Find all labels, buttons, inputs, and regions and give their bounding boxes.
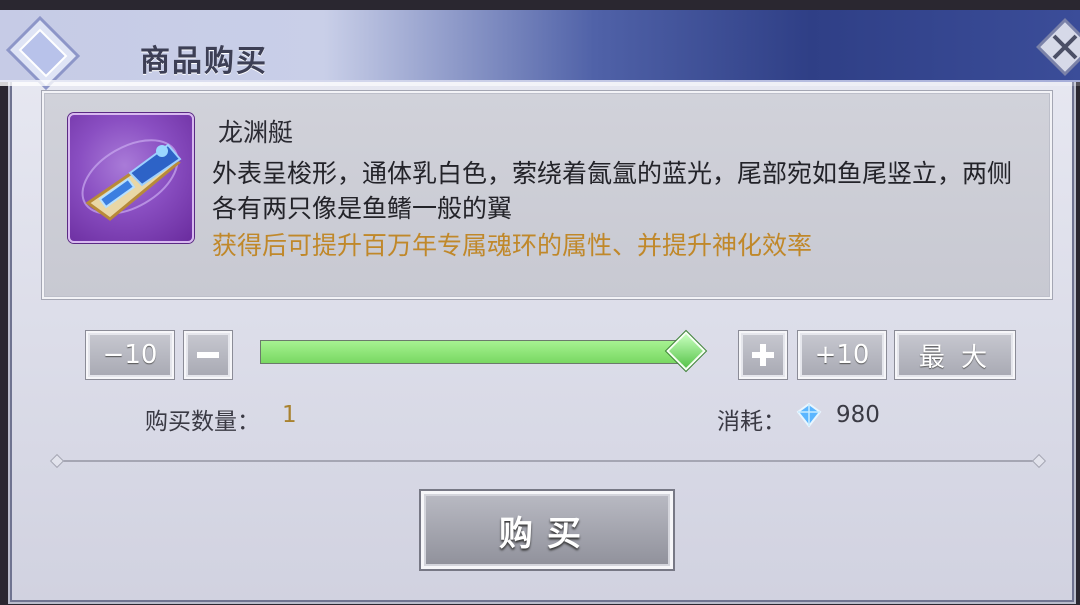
minus-icon [197, 352, 219, 358]
close-icon[interactable] [1036, 18, 1080, 76]
quantity-label: 购买数量： [145, 409, 260, 435]
item-effect: 获得后可提升百万年专属魂环的属性、并提升神化效率 [212, 231, 813, 260]
minus-10-button[interactable]: −10 [86, 331, 174, 379]
buy-button-label: 购买 [499, 513, 595, 554]
title-bar: 商品购买 [0, 10, 1080, 91]
max-label: 最 大 [918, 342, 992, 373]
item-name: 龙渊艇 [218, 118, 294, 147]
boat-icon [81, 139, 182, 221]
cost-label: 消耗： [717, 409, 786, 435]
plus-10-label: +10 [814, 340, 870, 370]
corner-ornament-icon [5, 15, 81, 91]
quantity-value: 1 [282, 402, 297, 428]
minus-button[interactable] [184, 331, 232, 379]
buy-button[interactable]: 购买 [421, 491, 673, 569]
item-description: 外表呈梭形，通体乳白色，萦绕着氤氲的蓝光，尾部宛如鱼尾竖立，两侧各有两只像是鱼鳍… [212, 159, 1013, 223]
minus-10-label: −10 [102, 340, 158, 370]
plus-icon [752, 344, 774, 366]
item-image [68, 113, 194, 243]
plus-10-button[interactable]: +10 [798, 331, 886, 379]
plus-button[interactable] [739, 331, 787, 379]
dialog-title: 商品购买 [140, 44, 268, 79]
slider-fill [261, 341, 687, 363]
quantity-slider[interactable] [260, 340, 688, 364]
max-button[interactable]: 最 大 [895, 331, 1015, 379]
divider [58, 460, 1038, 462]
diamond-gem-icon [796, 402, 822, 428]
cost-value: 980 [836, 402, 880, 428]
